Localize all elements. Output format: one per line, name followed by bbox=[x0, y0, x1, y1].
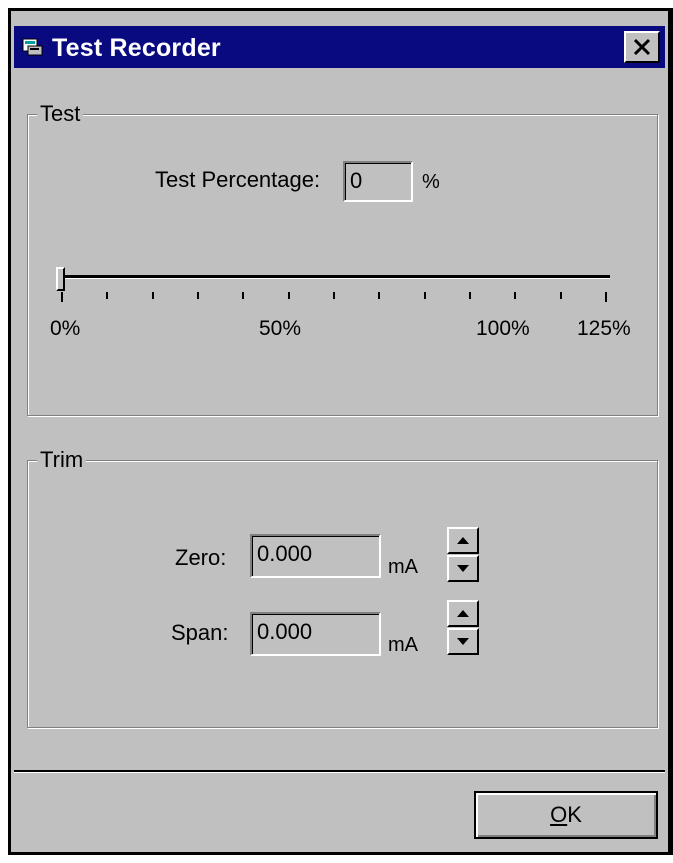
span-increment-button[interactable] bbox=[447, 600, 479, 627]
test-slider-thumb[interactable] bbox=[56, 267, 65, 291]
recorder-app-icon bbox=[22, 38, 43, 56]
slider-tick bbox=[423, 292, 426, 299]
footer-divider-highlight bbox=[14, 772, 665, 773]
slider-label-50: 50% bbox=[259, 317, 302, 340]
span-decrement-button[interactable] bbox=[447, 628, 479, 655]
slider-label-125: 125% bbox=[577, 317, 631, 340]
slider-tick bbox=[106, 292, 109, 299]
zero-decrement-button[interactable] bbox=[447, 555, 479, 582]
close-button[interactable] bbox=[624, 31, 660, 63]
ok-button[interactable]: OK bbox=[474, 791, 658, 839]
slider-tick bbox=[605, 292, 607, 302]
span-label: Span: bbox=[171, 620, 229, 645]
zero-input[interactable]: 0.000 bbox=[250, 534, 381, 578]
trim-group-label: Trim bbox=[37, 449, 87, 471]
window-title: Test Recorder bbox=[52, 34, 221, 62]
arrow-down-icon bbox=[457, 638, 469, 645]
slider-tick bbox=[378, 292, 381, 299]
slider-tick bbox=[333, 292, 335, 299]
arrow-up-icon bbox=[457, 610, 469, 617]
slider-label-100: 100% bbox=[476, 317, 530, 340]
slider-tick bbox=[287, 292, 290, 299]
span-input[interactable]: 0.000 bbox=[250, 612, 381, 656]
arrow-up-icon bbox=[457, 537, 469, 544]
ok-button-label: OK bbox=[550, 802, 582, 828]
slider-tick bbox=[242, 292, 245, 299]
slider-tick bbox=[559, 292, 562, 299]
ok-mnemonic: O bbox=[550, 802, 568, 827]
test-percentage-unit: % bbox=[422, 171, 440, 193]
zero-increment-button[interactable] bbox=[447, 527, 479, 554]
slider-tick bbox=[514, 292, 517, 299]
test-group bbox=[27, 114, 658, 416]
trim-group bbox=[27, 460, 658, 728]
zero-unit: mA bbox=[388, 556, 418, 578]
test-slider-track[interactable] bbox=[62, 275, 610, 279]
close-icon bbox=[633, 38, 651, 56]
slider-tick bbox=[469, 292, 471, 299]
zero-label: Zero: bbox=[175, 545, 227, 570]
slider-tick bbox=[151, 292, 154, 299]
slider-tick bbox=[61, 292, 63, 302]
span-unit: mA bbox=[388, 634, 418, 656]
slider-tick bbox=[197, 292, 199, 299]
test-group-label: Test bbox=[37, 103, 84, 125]
ok-label-rest: K bbox=[567, 802, 582, 827]
test-percentage-input[interactable]: 0 bbox=[343, 161, 413, 202]
arrow-down-icon bbox=[457, 565, 469, 572]
test-percentage-label: Test Percentage: bbox=[155, 167, 321, 192]
slider-label-0: 0% bbox=[50, 317, 81, 340]
